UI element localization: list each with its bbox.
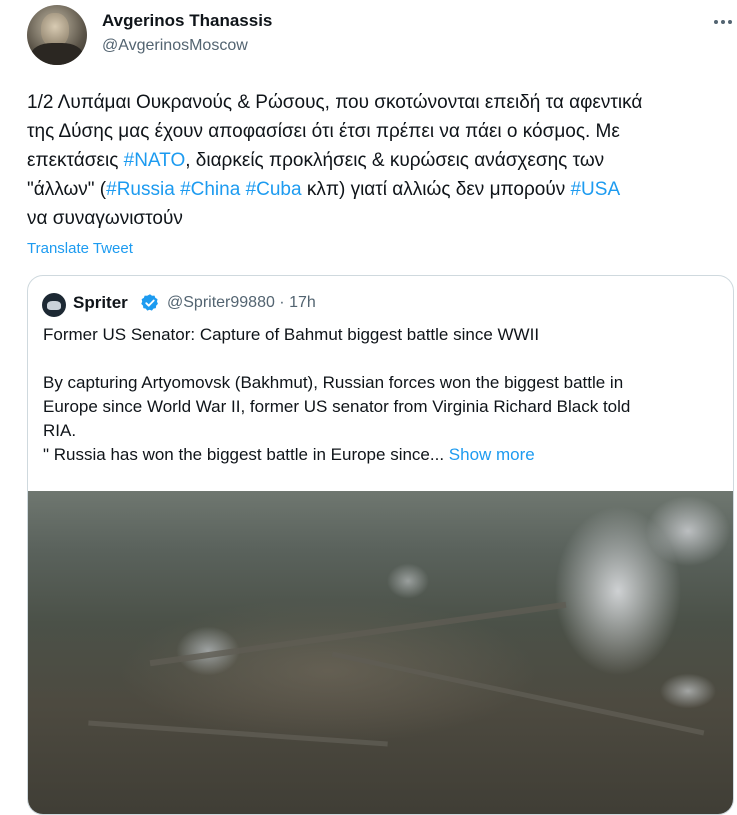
quoted-tweet-text: Former US Senator: Capture of Bahmut big… (43, 323, 723, 467)
more-options-icon[interactable] (711, 10, 735, 34)
tweet-text-segment: "άλλων" ( (27, 179, 107, 200)
aerial-city-photo[interactable] (28, 491, 733, 814)
quoted-text-line (43, 347, 723, 371)
translate-tweet-link[interactable]: Translate Tweet (27, 240, 133, 257)
quoted-text-segment: RIA. (43, 421, 77, 440)
quoted-text-line: Europe since World War II, former US sen… (43, 395, 723, 419)
verified-badge-icon (141, 294, 158, 311)
quoted-text-line: Former US Senator: Capture of Bahmut big… (43, 323, 723, 347)
quoted-handle-time: @Spriter99880 · 17h (167, 294, 316, 311)
quoted-author-name[interactable]: Spriter (73, 293, 128, 313)
show-more-link[interactable]: Show more (444, 445, 535, 464)
hashtag-link[interactable]: #China (180, 179, 240, 200)
tweet-line: επεκτάσεις #NATO, διαρκείς προκλήσεις & … (27, 146, 732, 175)
quoted-text-segment: Europe since World War II, former US sen… (43, 397, 631, 416)
tweet-line: να συναγωνιστούν (27, 204, 732, 233)
avatar-body (31, 43, 83, 65)
quoted-text-line: " Russia has won the biggest battle in E… (43, 443, 723, 467)
tweet-line: 1/2 Λυπάμαι Ουκρανούς & Ρώσους, που σκοτ… (27, 88, 732, 117)
tweet-text-segment: , διαρκείς προκλήσεις & κυρώσεις ανάσχεσ… (185, 150, 605, 171)
hashtag-link[interactable]: #NATO (124, 150, 186, 171)
author-avatar[interactable] (27, 5, 87, 65)
author-handle[interactable]: @AvgerinosMoscow (102, 37, 248, 55)
tweet-line: "άλλων" (#Russia #China #Cuba κλπ) γιατί… (27, 175, 732, 204)
quoted-text-segment: By capturing Artyomovsk (Bakhmut), Russi… (43, 373, 624, 392)
quoted-text-segment: " Russia has won the biggest battle in E… (43, 445, 445, 464)
quoted-author-avatar[interactable] (42, 293, 66, 317)
quoted-text-segment: Former US Senator: Capture of Bahmut big… (43, 325, 540, 344)
avatar-face (41, 13, 69, 47)
hashtag-link[interactable]: #Russia (106, 179, 175, 200)
tweet-text-segment: να συναγωνιστούν (27, 208, 183, 229)
quoted-tweet-card[interactable]: Spriter @Spriter99880 · 17h Former US Se… (27, 275, 734, 815)
tweet-line: της Δύσης μας έχουν αποφασίσει ότι έτσι … (27, 117, 732, 146)
quoted-text-segment (43, 349, 48, 368)
quoted-text-line: RIA. (43, 419, 723, 443)
tweet-text-segment: επεκτάσεις (27, 150, 124, 171)
hashtag-link[interactable]: #Cuba (246, 179, 302, 200)
tweet-text: 1/2 Λυπάμαι Ουκρανούς & Ρώσους, που σκοτ… (27, 88, 732, 233)
tweet-text-segment: κλπ) γιατί αλλιώς δεν μπορούν (301, 179, 571, 200)
author-display-name[interactable]: Avgerinos Thanassis (102, 11, 272, 31)
tweet-text-segment: 1/2 Λυπάμαι Ουκρανούς & Ρώσους, που σκοτ… (27, 92, 643, 113)
quoted-text-line: By capturing Artyomovsk (Bakhmut), Russi… (43, 371, 723, 395)
hashtag-link[interactable]: #USA (570, 179, 620, 200)
tweet-text-segment: της Δύσης μας έχουν αποφασίσει ότι έτσι … (27, 121, 620, 142)
